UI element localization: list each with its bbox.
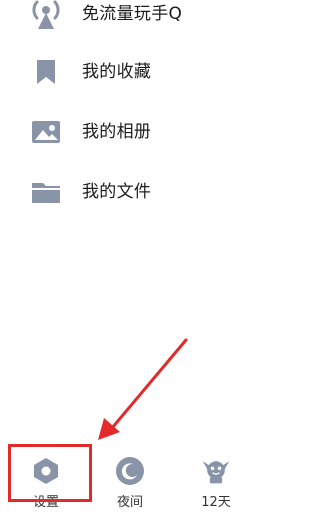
night-mode-button[interactable]: 夜间	[106, 456, 154, 520]
menu-item-album[interactable]: 我的相册	[0, 112, 252, 152]
bookmark-icon	[30, 56, 62, 88]
moon-icon	[115, 456, 145, 486]
highlight-box	[8, 444, 92, 502]
menu-item-label: 免流量玩手Q	[82, 4, 183, 24]
night-mode-label: 夜间	[116, 495, 143, 510]
menu-item-label: 我的文件	[82, 182, 152, 202]
menu-item-files[interactable]: 我的文件	[0, 172, 252, 212]
folder-icon	[30, 176, 62, 208]
weather-label: 12天	[201, 495, 231, 510]
menu-item-favorites[interactable]: 我的收藏	[0, 52, 252, 92]
menu-item-free-data[interactable]: 免流量玩手Q	[0, 0, 252, 34]
broadcast-icon	[30, 0, 62, 30]
mascot-icon	[201, 456, 231, 486]
menu-item-label: 我的相册	[82, 122, 152, 142]
image-icon	[30, 116, 62, 148]
menu-item-label: 我的收藏	[82, 62, 152, 82]
weather-button[interactable]: 12天	[192, 456, 240, 520]
